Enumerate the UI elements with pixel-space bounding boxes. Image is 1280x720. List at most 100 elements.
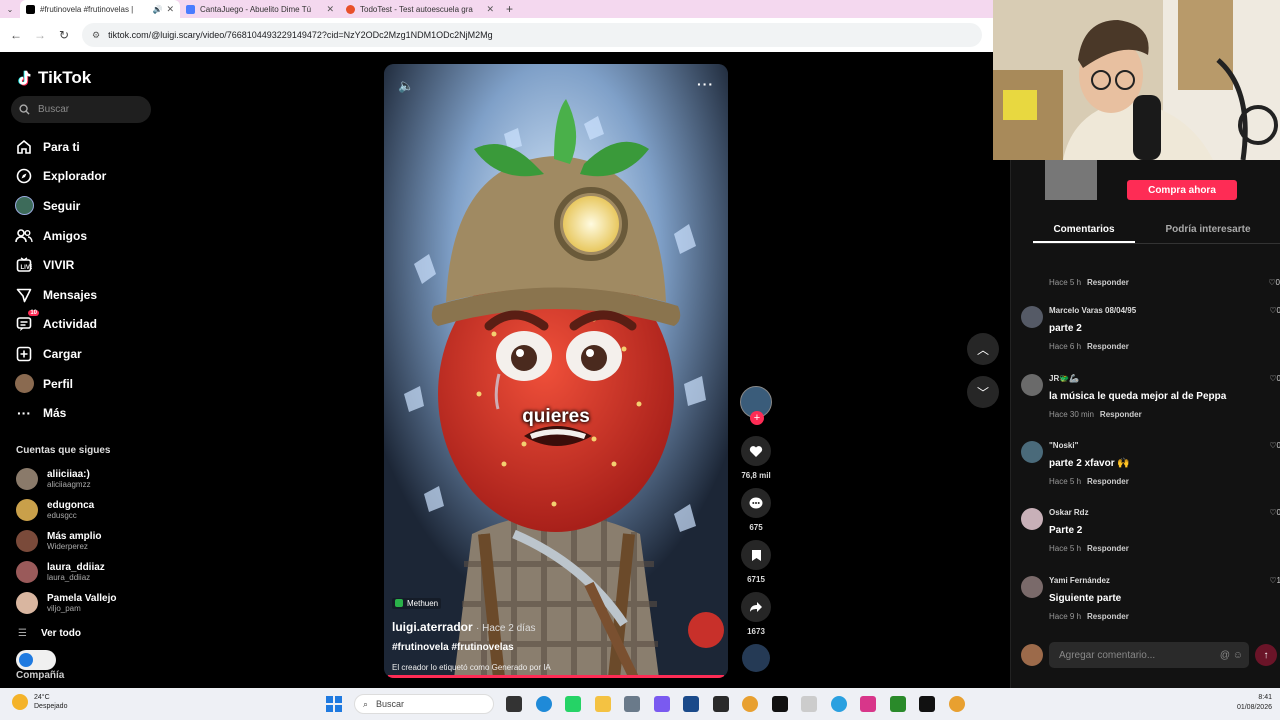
author-name[interactable]: luigi.aterrador	[392, 620, 473, 634]
volume-icon[interactable]: 🔈	[398, 78, 414, 94]
comment-like[interactable]: ♡0	[1269, 374, 1280, 383]
dark-mode-toggle[interactable]	[16, 650, 56, 670]
comment-user[interactable]: Marcelo Varas 08/04/95	[1049, 306, 1279, 315]
following-account[interactable]: laura_ddiiaz laura_ddiiaz	[16, 561, 105, 583]
comment-button[interactable]: 675	[738, 488, 774, 532]
nav-actividad[interactable]: 10 Actividad	[14, 310, 194, 340]
chrome-icon[interactable]	[949, 696, 965, 712]
mention-icon[interactable]: @	[1220, 650, 1230, 661]
reply-link[interactable]: Responder	[1087, 477, 1129, 486]
comment-user[interactable]: JR🐲🦾	[1049, 374, 1279, 383]
close-tab-icon[interactable]: ✕	[486, 4, 494, 15]
browser-tab-todotest[interactable]: TodoTest - Test autoescuela gra ✕	[340, 0, 500, 18]
nav-mas[interactable]: ··· Más	[14, 398, 194, 428]
avatar[interactable]	[1021, 508, 1043, 530]
send-button[interactable]: ↑	[1255, 644, 1277, 666]
forward-arrow-icon[interactable]: →	[28, 28, 52, 42]
file-explorer-icon[interactable]	[595, 696, 611, 712]
avatar[interactable]	[1021, 441, 1043, 463]
nav-amigos[interactable]: Amigos	[14, 221, 194, 251]
comment-like[interactable]: ♡0	[1269, 441, 1280, 450]
reply-link[interactable]: Responder	[1087, 342, 1129, 351]
following-account[interactable]: Pamela Vallejo viljo_pam	[16, 592, 117, 614]
comment-user[interactable]: Yami Fernández	[1049, 576, 1279, 585]
edge-icon[interactable]	[536, 696, 552, 712]
following-account[interactable]: edugonca edusgcc	[16, 499, 94, 521]
nav-cargar[interactable]: Cargar	[14, 339, 194, 369]
telegram-icon[interactable]	[831, 696, 847, 712]
product-thumbnail[interactable]	[1045, 160, 1097, 200]
app-icon[interactable]	[890, 696, 906, 712]
nav-vivir[interactable]: LIVE VIVIR	[14, 250, 194, 280]
next-video-button[interactable]: ﹀	[967, 376, 999, 408]
comment-like[interactable]: ♡0	[1269, 306, 1280, 315]
site-info-icon[interactable]: ⚙	[92, 30, 100, 41]
like-button[interactable]: 76,8 mil	[738, 436, 774, 480]
creator-avatar[interactable]: +	[740, 386, 772, 425]
reload-icon[interactable]: ↻	[52, 28, 76, 42]
reply-link[interactable]: Responder	[1087, 278, 1129, 287]
tiktok-logo[interactable]: TikTok	[16, 68, 91, 88]
emoji-icon[interactable]: ☺	[1233, 650, 1243, 661]
see-all-link[interactable]: ☰ Ver todo	[18, 628, 81, 639]
search-input[interactable]: Buscar	[11, 96, 151, 123]
store-icon[interactable]	[683, 696, 699, 712]
comment-user[interactable]: Oskar Rdz	[1049, 508, 1279, 517]
avatar[interactable]	[1021, 374, 1043, 396]
nav-para-ti[interactable]: Para ti	[14, 132, 194, 162]
nav-mensajes[interactable]: Mensajes	[14, 280, 194, 310]
speaker-icon[interactable]: 🔊	[152, 5, 162, 14]
browser-tab-tiktok[interactable]: #frutinovela #frutinovelas | 🔊 ✕	[20, 0, 180, 18]
location-tag[interactable]: Methuen	[392, 597, 442, 609]
weather-widget[interactable]: 24°C Despejado	[12, 693, 67, 711]
avatar[interactable]	[1021, 576, 1043, 598]
buy-now-button[interactable]: Compra ahora	[1127, 180, 1237, 200]
chrome-icon[interactable]	[742, 696, 758, 712]
reply-link[interactable]: Responder	[1087, 612, 1129, 621]
save-button[interactable]: 6715	[738, 540, 774, 584]
nav-explorador[interactable]: Explorador	[14, 162, 194, 192]
tab-related[interactable]: Podría interesarte	[1157, 220, 1259, 243]
hashtags[interactable]: #frutinovela #frutinovelas	[392, 642, 722, 653]
comment-user[interactable]: "Noski"	[1049, 441, 1279, 450]
close-tab-icon[interactable]: ✕	[166, 4, 174, 15]
nav-seguir[interactable]: Seguir	[14, 191, 194, 221]
avatar[interactable]	[1021, 306, 1043, 328]
following-account[interactable]: aliiciiaa:) aliciiaagmzz	[16, 468, 91, 490]
comment-input[interactable]: Agregar comentario... @ ☺	[1049, 642, 1249, 668]
close-tab-icon[interactable]: ✕	[326, 4, 334, 15]
following-account[interactable]: Más amplio Widerperez	[16, 530, 101, 552]
app-icon[interactable]	[654, 696, 670, 712]
company-link[interactable]: Compañía	[16, 670, 64, 681]
back-arrow-icon[interactable]: ←	[4, 28, 28, 42]
browser-tab-cantajuego[interactable]: CantaJuego - Abuelito Dime Tú ✕	[180, 0, 340, 18]
share-button[interactable]: 1673	[738, 592, 774, 636]
instagram-icon[interactable]	[860, 696, 876, 712]
music-disc-icon[interactable]	[742, 644, 770, 672]
app-icon[interactable]	[713, 696, 729, 712]
comment-like[interactable]: ♡0	[1269, 508, 1280, 517]
reply-link[interactable]: Responder	[1100, 410, 1142, 419]
nav-perfil[interactable]: Perfil	[14, 369, 194, 399]
tab-search-dropdown-icon[interactable]: ⌄	[0, 5, 20, 14]
reply-link[interactable]: Responder	[1087, 544, 1129, 553]
more-options-icon[interactable]: ···	[697, 76, 714, 92]
previous-video-button[interactable]: ︿	[967, 333, 999, 365]
new-tab-button[interactable]: +	[506, 2, 513, 16]
video-progress-bar[interactable]	[388, 675, 724, 678]
task-view-icon[interactable]	[506, 696, 522, 712]
whatsapp-icon[interactable]	[565, 696, 581, 712]
follow-plus-icon[interactable]: +	[750, 411, 764, 425]
comment-like[interactable]: ♡1	[1269, 576, 1280, 585]
terminal-icon[interactable]	[772, 696, 788, 712]
address-bar[interactable]: ⚙ tiktok.com/@luigi.scary/video/76681044…	[82, 23, 982, 47]
app-icon[interactable]	[624, 696, 640, 712]
video-player[interactable]: quieres 🔈 ··· Methuen luigi.aterrador · …	[384, 64, 728, 678]
tab-comments[interactable]: Comentarios	[1033, 220, 1135, 243]
comment-like[interactable]: ♡0	[1268, 278, 1280, 287]
taskbar-search[interactable]: ⌕ Buscar	[354, 694, 494, 714]
system-clock[interactable]: 8:41 01/08/2026	[1237, 693, 1272, 713]
windows-start-icon[interactable]	[326, 696, 342, 712]
rtve-icon[interactable]	[801, 696, 817, 712]
tiktok-app-icon[interactable]	[919, 696, 935, 712]
